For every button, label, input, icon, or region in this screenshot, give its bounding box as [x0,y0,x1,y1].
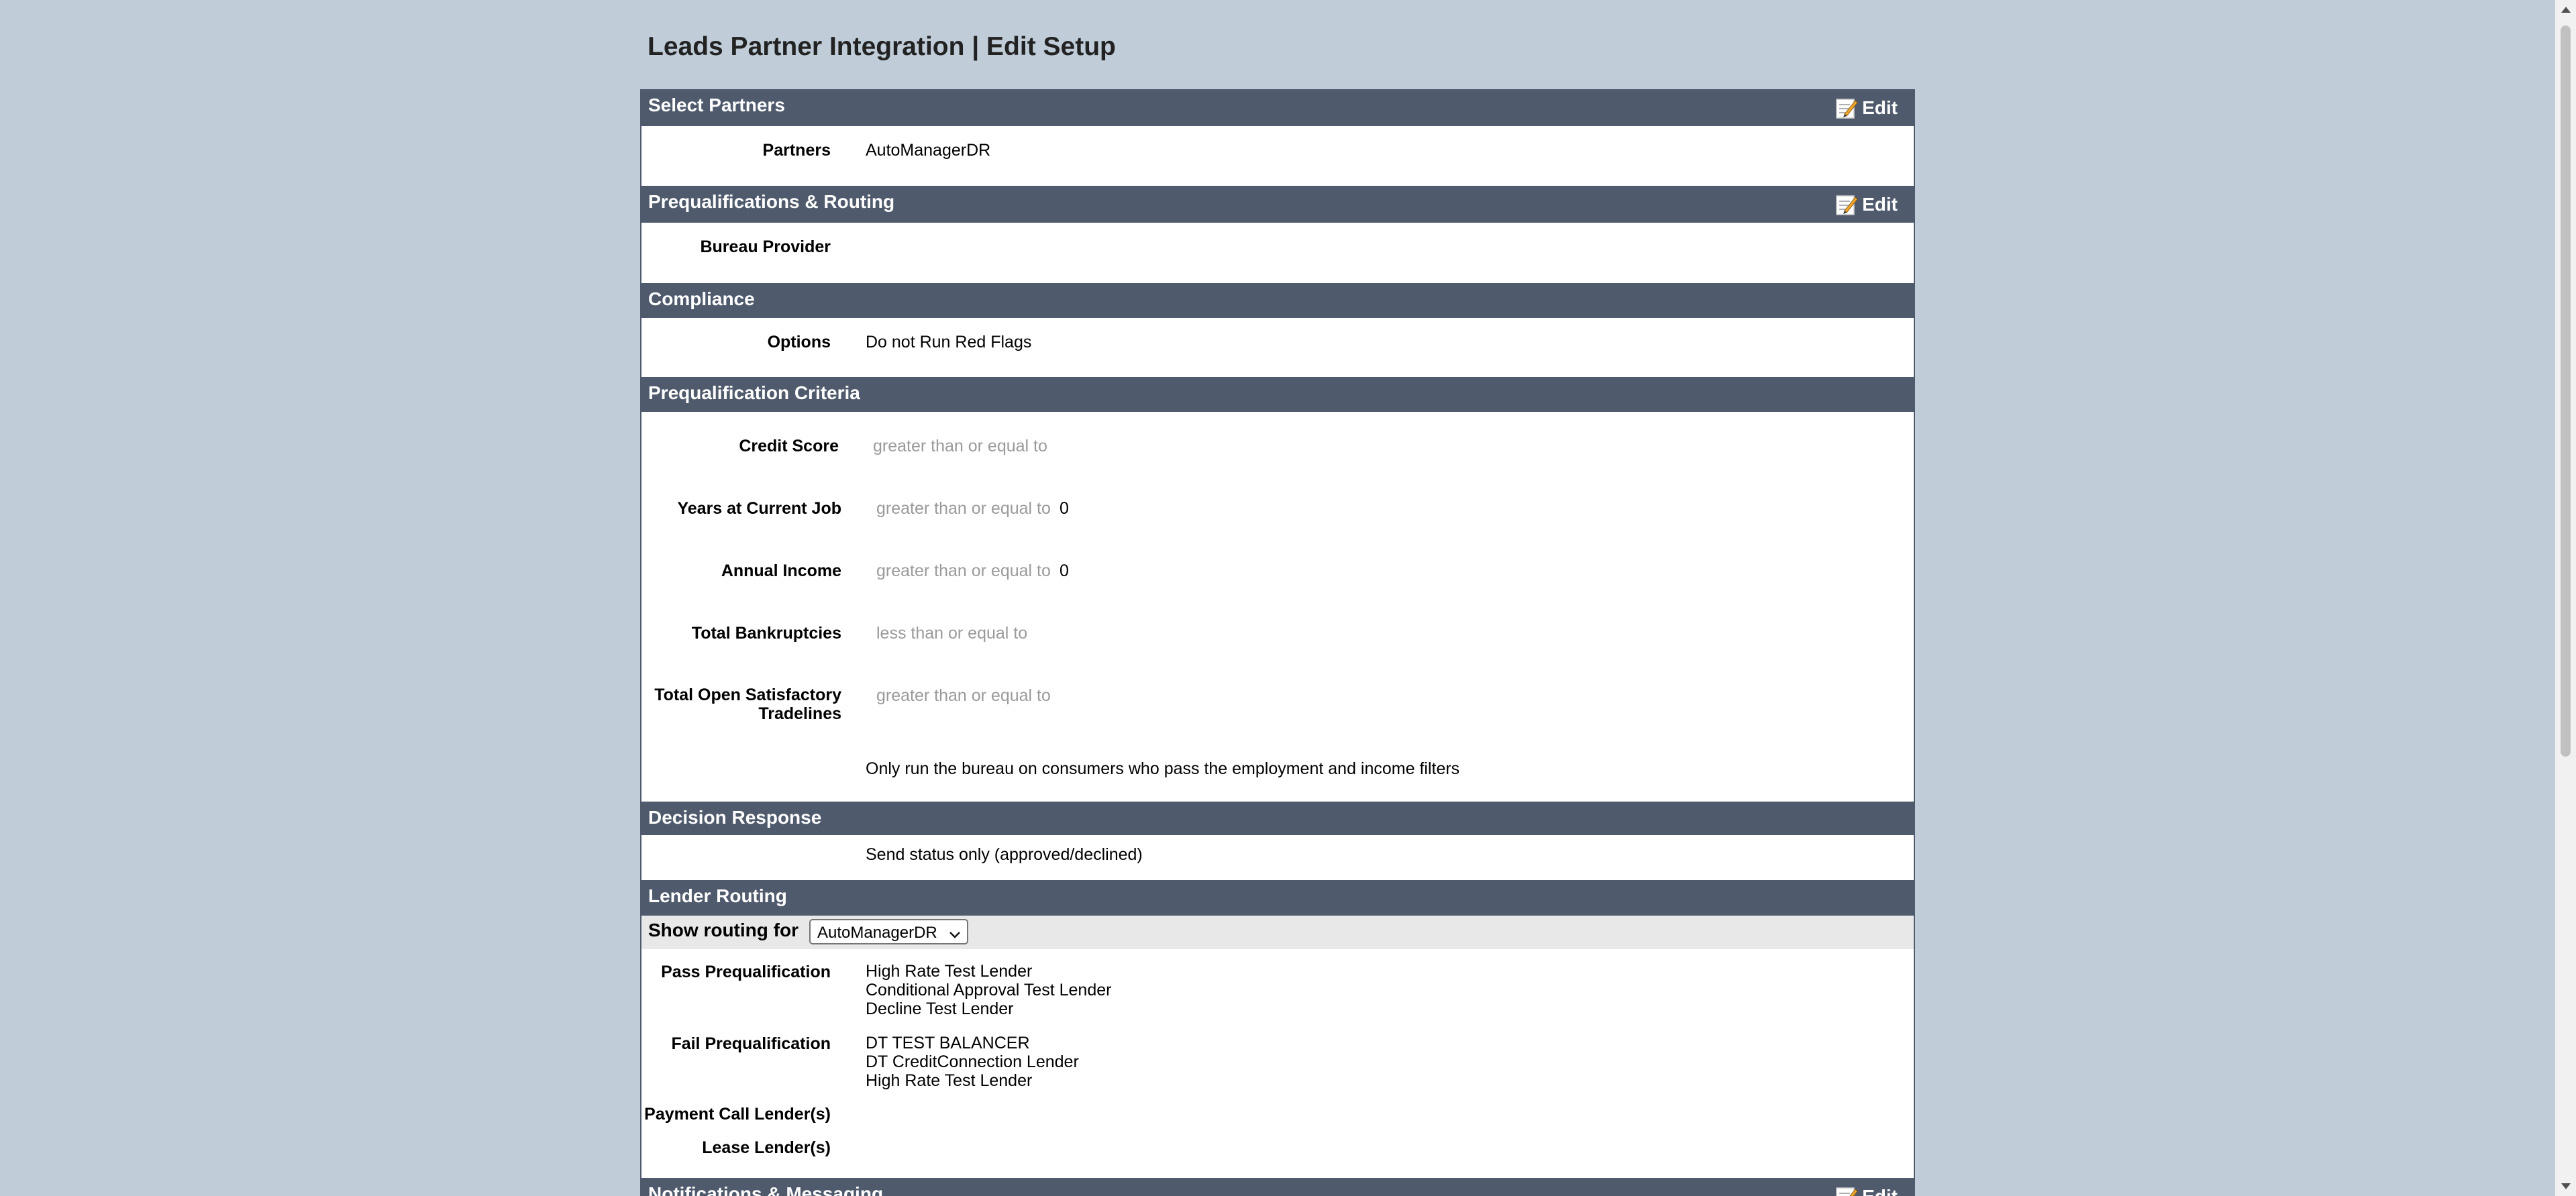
section-title: Prequalifications & Routing [648,191,895,212]
partners-value: AutoManagerDR [866,141,991,160]
section-header-compliance: Compliance [640,283,1915,318]
options-label: Options [767,333,831,351]
credit-score-operator: greater than or equal to [873,437,1047,455]
annual-income-operator: greater than or equal to [876,561,1051,580]
lease-lenders-label: Lease Lender(s) [702,1138,831,1157]
list-item: DT CreditConnection Lender [866,1052,1079,1071]
section-title: Lender Routing [648,885,787,906]
section-header-notifications: Notifications & Messaging Edit [640,1178,1915,1196]
edit-notifications-button[interactable]: Edit [1835,1183,1898,1196]
routing-filter-bar: Show routing for AutoManagerDR [641,916,1914,949]
edit-partners-button[interactable]: Edit [1835,95,1898,121]
fail-prequal-lenders: DT TEST BALANCER DT CreditConnection Len… [866,1034,1079,1090]
list-item: High Rate Test Lender [866,1071,1033,1090]
chevron-down-icon [948,926,962,938]
section-header-decision-response: Decision Response [640,802,1915,835]
partners-label: Partners [762,141,831,160]
pass-prequal-lenders: High Rate Test Lender Conditional Approv… [866,962,1111,1018]
total-bankruptcies-label: Total Bankruptcies [691,624,841,643]
open-tradelines-label: Total Open Satisfactory Tradelines [654,686,841,723]
section-title: Select Partners [648,95,785,115]
pass-prequal-label: Pass Prequalification [661,963,831,981]
annual-income-value: 0 [1060,561,1069,580]
list-item: Conditional Approval Test Lender [866,981,1112,999]
years-at-job-operator: greater than or equal to [876,499,1051,518]
list-item: DT TEST BALANCER [866,1034,1030,1052]
routing-partner-selected: AutoManagerDR [817,924,937,942]
viewport: Leads Partner Integration | Edit Setup S… [0,0,2555,1196]
years-at-job-label: Years at Current Job [677,499,841,518]
section-title: Notifications & Messaging [648,1183,884,1196]
section-title: Prequalification Criteria [648,382,860,403]
scroll-up-arrow-icon[interactable] [2561,7,2571,13]
payment-call-lenders-label: Payment Call Lender(s) [644,1105,831,1124]
annual-income-label: Annual Income [721,561,841,580]
section-title: Compliance [648,288,755,309]
edit-label: Edit [1862,194,1898,215]
show-routing-label: Show routing for [648,920,798,940]
options-value: Do not Run Red Flags [866,333,1032,351]
edit-prequal-routing-button[interactable]: Edit [1835,191,1898,218]
edit-note-icon [1835,193,1858,216]
credit-score-label: Credit Score [739,437,839,455]
list-item: High Rate Test Lender [866,962,1033,981]
open-tradelines-label-line1: Total Open Satisfactory [654,686,841,704]
fail-prequal-label: Fail Prequalification [671,1034,831,1053]
section-header-prequal-criteria: Prequalification Criteria [640,377,1915,412]
decision-response-value: Send status only (approved/declined) [866,845,1143,864]
section-header-prequal-routing: Prequalifications & Routing Edit [640,186,1915,223]
list-item: Decline Test Lender [866,999,1014,1018]
scrollbar-thumb[interactable] [2561,25,2571,757]
bureau-provider-label: Bureau Provider [700,237,831,256]
edit-label: Edit [1862,1186,1898,1196]
edit-note-icon [1835,1185,1858,1196]
edit-label: Edit [1862,97,1898,118]
vertical-scrollbar[interactable] [2555,0,2576,1196]
total-bankruptcies-operator: less than or equal to [876,624,1028,643]
years-at-job-value: 0 [1060,499,1069,518]
criteria-note: Only run the bureau on consumers who pas… [866,759,1460,778]
routing-partner-select[interactable]: AutoManagerDR [809,919,968,944]
edit-note-icon [1835,97,1858,119]
scroll-down-arrow-icon[interactable] [2561,1183,2571,1189]
open-tradelines-label-line2: Tradelines [758,704,841,723]
section-header-select-partners: Select Partners Edit [640,89,1915,126]
open-tradelines-operator: greater than or equal to [876,686,1051,705]
section-title: Decision Response [648,807,822,828]
page-title: Leads Partner Integration | Edit Setup [648,32,1116,61]
section-header-lender-routing: Lender Routing [640,880,1915,916]
